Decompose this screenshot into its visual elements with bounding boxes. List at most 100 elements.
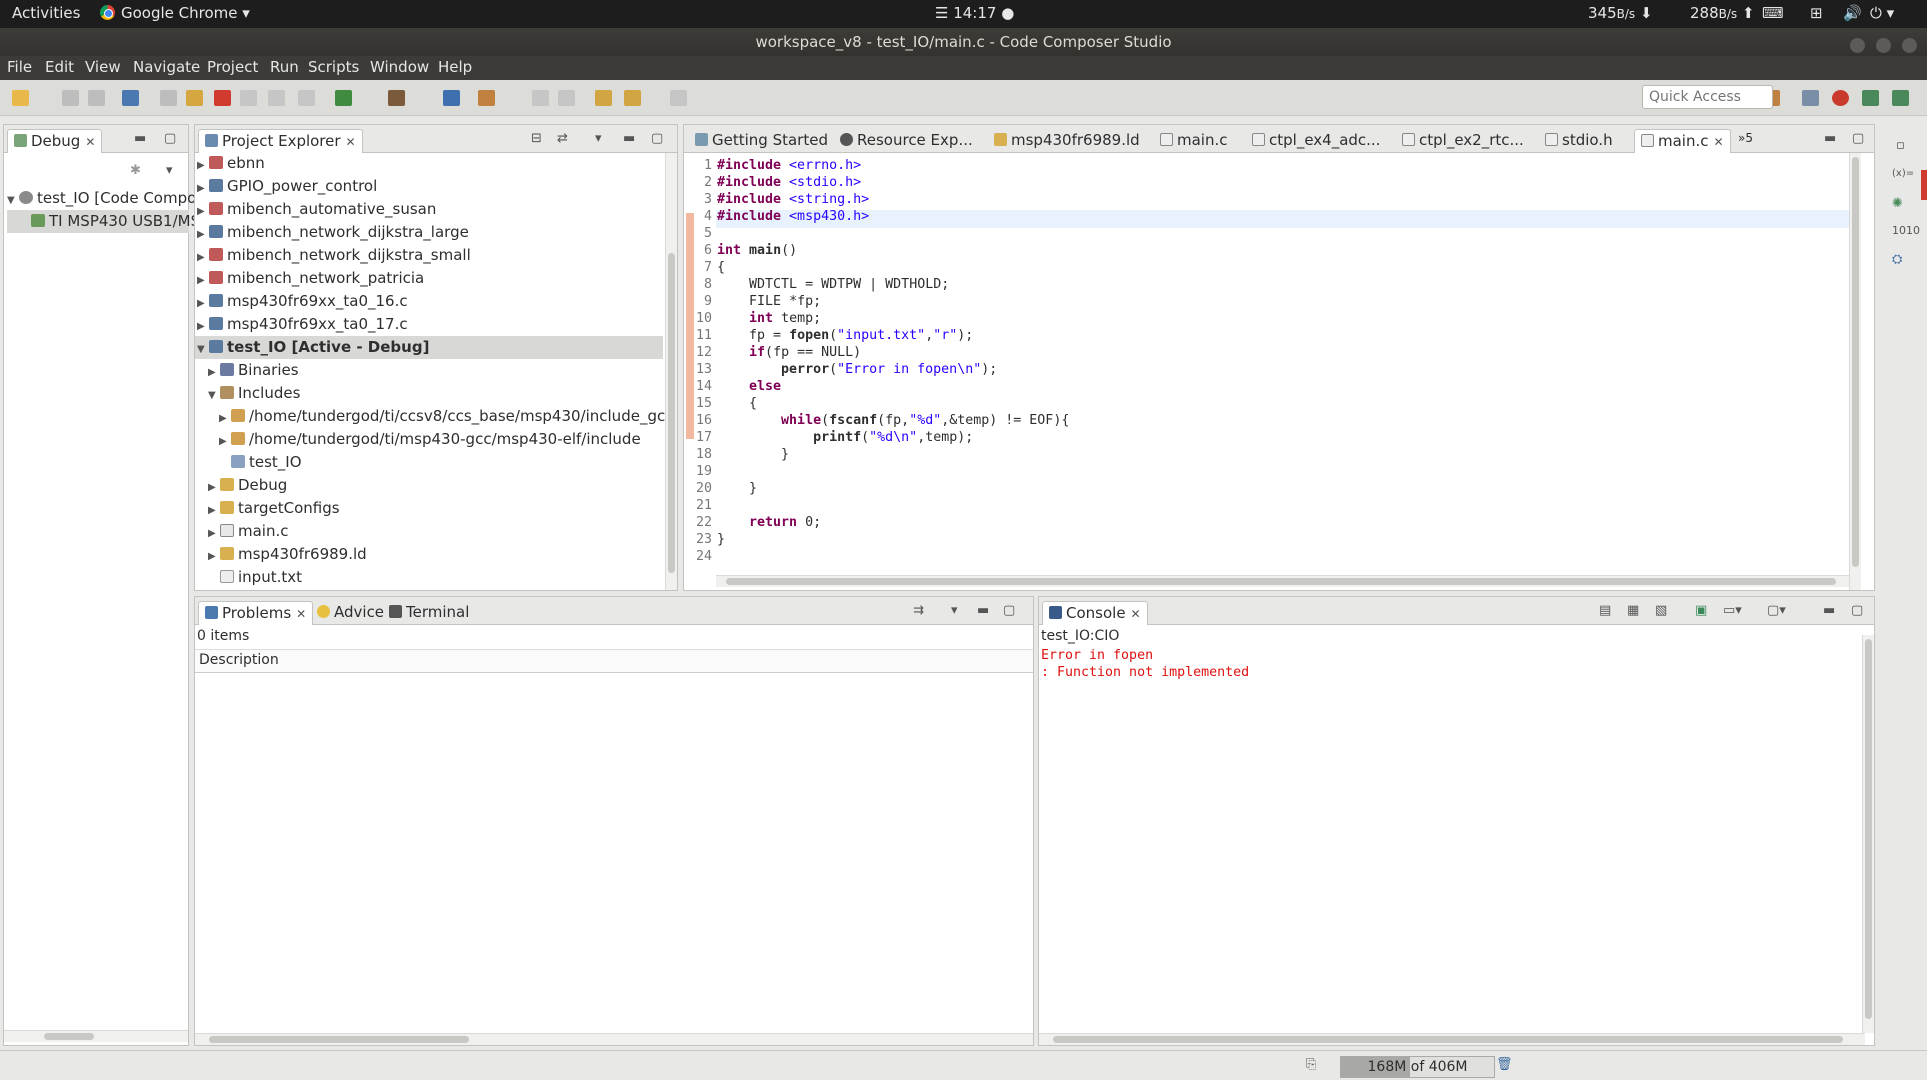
project-ebnn[interactable]: ▶ ebnn <box>197 152 265 175</box>
close-icon[interactable]: ✕ <box>1131 607 1141 621</box>
forward-icon[interactable] <box>670 90 687 106</box>
keyboard-icon[interactable]: ⌨ <box>1762 4 1784 22</box>
debug-icon[interactable] <box>335 90 352 106</box>
scroll-lock-icon[interactable]: ▦ <box>1627 603 1639 618</box>
menu-navigate[interactable]: Navigate <box>133 58 200 76</box>
node-includes[interactable]: ▼ Includes <box>208 382 300 405</box>
pin-console-icon[interactable]: ▣ <box>1695 603 1707 618</box>
tab-problems[interactable]: Problems ✕ <box>198 601 314 625</box>
close-window-button[interactable] <box>1902 38 1917 53</box>
menu-help[interactable]: Help <box>438 58 472 76</box>
volume-icon[interactable]: 🔊 <box>1843 4 1862 22</box>
tab-project-explorer[interactable]: Project Explorer ✕ <box>198 129 363 153</box>
tab-debug[interactable]: Debug ✕ <box>7 129 103 153</box>
menu-window[interactable]: Window <box>370 58 429 76</box>
maximize-window-button[interactable] <box>1876 38 1892 53</box>
project-susan[interactable]: ▶ mibench_automative_susan <box>197 198 436 221</box>
project-dijkstra-small[interactable]: ▶ mibench_network_dijkstra_small <box>197 244 471 267</box>
terminate-icon[interactable] <box>214 90 231 106</box>
remove-launch-icon[interactable]: ✱ <box>130 163 141 178</box>
project-gpio[interactable]: ▶ GPIO_power_control <box>197 175 377 198</box>
save-icon[interactable] <box>62 90 79 106</box>
view-menu-icon[interactable]: ▾ <box>595 131 602 146</box>
save-all-icon[interactable] <box>88 90 105 106</box>
project-dijkstra-large[interactable]: ▶ mibench_network_dijkstra_large <box>197 221 469 244</box>
node-binaries[interactable]: ▶ Binaries <box>208 359 299 382</box>
minimize-icon[interactable]: ▬ <box>977 603 989 618</box>
quick-access-input[interactable] <box>1642 85 1773 109</box>
next-annotation-icon[interactable] <box>532 90 549 106</box>
build-icon[interactable] <box>388 90 405 106</box>
maximize-icon[interactable]: ▢ <box>1852 131 1864 146</box>
maximize-icon[interactable]: ▢ <box>1851 603 1863 618</box>
view-menu-icon[interactable]: ▾ <box>951 603 958 618</box>
tab-advice[interactable]: Advice <box>311 601 390 625</box>
step-over-icon[interactable] <box>268 90 285 106</box>
project-test-io[interactable]: ▼ test_IO [Active - Debug] <box>195 336 663 359</box>
variables-icon[interactable]: (x)= <box>1892 168 1914 179</box>
console-h-scrollbar[interactable] <box>1039 1033 1865 1045</box>
explorer-scrollbar[interactable] <box>665 153 677 590</box>
menu-file[interactable]: File <box>7 58 32 76</box>
close-icon[interactable]: ✕ <box>296 607 306 621</box>
project-patricia[interactable]: ▶ mibench_network_patricia <box>197 267 424 290</box>
close-icon[interactable]: ✕ <box>346 135 356 149</box>
tab-overflow[interactable]: »5 <box>1732 129 1759 153</box>
minimize-icon[interactable]: ▬ <box>1823 603 1835 618</box>
open-console-icon[interactable]: ▢▾ <box>1767 603 1786 618</box>
tree-item-debug-session[interactable]: ▼ test_IO [Code Compos <box>7 187 204 210</box>
tab-console[interactable]: Console ✕ <box>1042 601 1148 625</box>
close-icon[interactable]: ✕ <box>1714 135 1724 149</box>
word-wrap-icon[interactable]: ▧ <box>1655 603 1667 618</box>
flash-icon[interactable] <box>478 90 495 106</box>
tree-item-debug-target[interactable]: TI MSP430 USB1/MSP <box>7 210 209 233</box>
tab-terminal[interactable]: Terminal <box>383 601 475 625</box>
menu-edit[interactable]: Edit <box>45 58 74 76</box>
ccs-debug-perspective-icon[interactable] <box>1832 90 1849 106</box>
node-main-c[interactable]: ▶ main.c <box>208 520 289 543</box>
focus-icon[interactable]: ⇉ <box>913 603 924 618</box>
minimize-window-button[interactable] <box>1850 38 1866 53</box>
tab-ctpl-rtc[interactable]: ctpl_ex2_rtc... <box>1396 129 1530 153</box>
power-icon[interactable]: ⏻ ▾ <box>1870 4 1894 22</box>
tab-stdio-h[interactable]: stdio.h <box>1539 129 1619 153</box>
display-console-icon[interactable]: ▭▾ <box>1723 603 1742 618</box>
minimize-icon[interactable]: ▬ <box>623 131 635 146</box>
garbage-collect-icon[interactable]: 🗑 <box>1496 1057 1513 1072</box>
restore-icon[interactable]: ▫ <box>1896 138 1905 153</box>
suspend-icon[interactable] <box>186 90 203 106</box>
expressions-icon[interactable]: ⛭ <box>1892 252 1902 267</box>
close-icon[interactable]: ✕ <box>85 135 95 149</box>
debug-perspective-icon[interactable] <box>1892 90 1909 106</box>
maximize-icon[interactable]: ▢ <box>1003 603 1015 618</box>
app-menu[interactable]: Google Chrome ▾ <box>100 4 250 22</box>
network-icon[interactable]: ⊞ <box>1810 4 1823 22</box>
view-menu-icon[interactable]: ▾ <box>166 163 173 178</box>
menu-run[interactable]: Run <box>270 58 299 76</box>
activities-button[interactable]: Activities <box>12 4 80 22</box>
new-icon[interactable] <box>12 90 29 106</box>
clock[interactable]: ☰ 14:17 ● <box>935 4 1014 22</box>
editor-h-scrollbar[interactable] <box>716 575 1856 587</box>
clear-console-icon[interactable]: ▤ <box>1599 603 1611 618</box>
console-v-scrollbar[interactable] <box>1862 635 1874 1033</box>
resume-icon[interactable] <box>160 90 177 106</box>
search-icon[interactable] <box>443 90 460 106</box>
notification-icon[interactable]: ⎘ <box>1306 1057 1316 1072</box>
tab-main-c-active[interactable]: main.c ✕ <box>1634 129 1731 153</box>
back-icon[interactable] <box>624 90 641 106</box>
prev-annotation-icon[interactable] <box>558 90 575 106</box>
tab-ctpl-adc[interactable]: ctpl_ex4_adc... <box>1246 129 1386 153</box>
maximize-icon[interactable]: ▢ <box>651 131 663 146</box>
problems-description-header[interactable]: Description <box>195 649 1033 673</box>
node-linker-file[interactable]: ▶ msp430fr6989.ld <box>208 543 367 566</box>
tab-main-c-1[interactable]: main.c <box>1154 129 1234 153</box>
menu-project[interactable]: Project <box>207 58 258 76</box>
step-return-icon[interactable] <box>298 90 315 106</box>
debug-scrollbar[interactable] <box>4 1030 188 1042</box>
link-editor-icon[interactable]: ⇄ <box>557 131 568 146</box>
minimize-icon[interactable]: ▬ <box>134 131 146 146</box>
maximize-icon[interactable]: ▢ <box>164 131 176 146</box>
registers-icon[interactable]: 1010 <box>1892 224 1920 237</box>
node-input-txt[interactable]: input.txt <box>220 566 302 589</box>
